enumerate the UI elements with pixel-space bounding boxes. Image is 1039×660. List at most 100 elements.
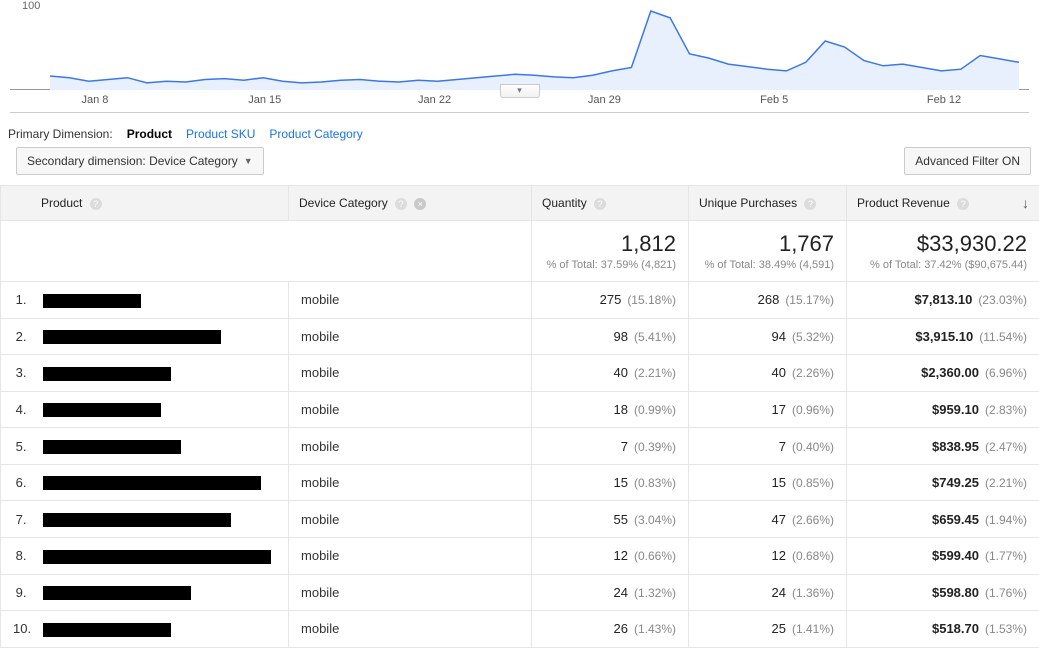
row-index: 4. xyxy=(1,391,31,428)
cell-unique: 17(0.96%) xyxy=(689,391,847,428)
col-header-revenue[interactable]: Product Revenue ? xyxy=(847,186,1039,221)
cell-product[interactable] xyxy=(31,282,289,319)
secondary-dimension-button[interactable]: Secondary dimension: Device Category ▼ xyxy=(16,147,264,175)
row-index: 6. xyxy=(1,464,31,501)
help-icon[interactable]: ? xyxy=(90,198,102,210)
cell-quantity: 18(0.99%) xyxy=(532,391,689,428)
primary-dimension-label: Primary Dimension: xyxy=(8,127,113,141)
primary-dimension-alt[interactable]: Product Category xyxy=(269,127,362,141)
summary-value: $33,930.22 xyxy=(859,231,1027,257)
col-header-quantity[interactable]: Quantity ? xyxy=(532,186,689,221)
row-index: 8. xyxy=(1,537,31,574)
primary-dimension-alt[interactable]: Product SKU xyxy=(186,127,255,141)
table-header-row: Product ? Device Category ? × Quantity ?… xyxy=(1,186,1039,221)
help-icon[interactable]: ? xyxy=(594,198,606,210)
table-row[interactable]: 4.mobile18(0.99%)17(0.96%)$959.10(2.83%) xyxy=(1,391,1039,428)
redacted-product xyxy=(43,440,181,454)
cell-unique: 94(5.32%) xyxy=(689,318,847,355)
remove-dimension-icon[interactable]: × xyxy=(414,198,426,210)
redacted-product xyxy=(43,550,271,564)
chart-y-tick: 100 xyxy=(22,0,40,12)
chart-x-tick: Feb 12 xyxy=(859,94,1029,106)
table-controls: Secondary dimension: Device Category ▼ A… xyxy=(0,147,1039,185)
table-row[interactable]: 5.mobile7(0.39%)7(0.40%)$838.95(2.47%) xyxy=(1,428,1039,465)
cell-device: mobile xyxy=(289,574,532,611)
advanced-filter-button[interactable]: Advanced Filter ON xyxy=(904,147,1031,175)
cell-unique: 15(0.85%) xyxy=(689,464,847,501)
redacted-product xyxy=(43,513,231,527)
row-index: 2. xyxy=(1,318,31,355)
cell-device: mobile xyxy=(289,611,532,648)
cell-revenue: $7,813.10(23.03%) xyxy=(847,282,1039,319)
redacted-product xyxy=(43,476,261,490)
table-row[interactable]: 6.mobile15(0.83%)15(0.85%)$749.25(2.21%) xyxy=(1,464,1039,501)
cell-device: mobile xyxy=(289,428,532,465)
primary-dimension-current[interactable]: Product xyxy=(127,127,172,141)
col-header-product[interactable]: Product ? xyxy=(1,186,289,221)
cell-device: mobile xyxy=(289,537,532,574)
cell-device: mobile xyxy=(289,501,532,538)
cell-unique: 24(1.36%) xyxy=(689,574,847,611)
cell-product[interactable] xyxy=(31,355,289,392)
cell-quantity: 26(1.43%) xyxy=(532,611,689,648)
summary-row: 1,812 % of Total: 37.59% (4,821) 1,767 %… xyxy=(1,221,1039,282)
table-row[interactable]: 2.mobile98(5.41%)94(5.32%)$3,915.10(11.5… xyxy=(1,318,1039,355)
row-index: 1. xyxy=(1,282,31,319)
table-row[interactable]: 9.mobile24(1.32%)24(1.36%)$598.80(1.76%) xyxy=(1,574,1039,611)
summary-quantity: 1,812 % of Total: 37.59% (4,821) xyxy=(532,221,689,282)
col-header-label: Product xyxy=(41,196,82,210)
chart-x-tick: Jan 22 xyxy=(350,94,520,106)
cell-unique: 7(0.40%) xyxy=(689,428,847,465)
cell-quantity: 24(1.32%) xyxy=(532,574,689,611)
advanced-filter-label: Advanced Filter ON xyxy=(915,154,1020,168)
col-header-label: Product Revenue xyxy=(857,196,950,210)
table-row[interactable]: 7.mobile55(3.04%)47(2.66%)$659.45(1.94%) xyxy=(1,501,1039,538)
row-index: 10. xyxy=(1,611,31,648)
timeseries-chart: 100 xyxy=(10,0,1029,90)
redacted-product xyxy=(43,367,171,381)
cell-unique: 25(1.41%) xyxy=(689,611,847,648)
summary-value: 1,767 xyxy=(701,231,834,257)
cell-unique: 12(0.68%) xyxy=(689,537,847,574)
col-header-label: Device Category xyxy=(299,196,388,210)
redacted-product xyxy=(43,330,221,344)
chart-x-tick: Feb 5 xyxy=(689,94,859,106)
help-icon[interactable]: ? xyxy=(395,198,407,210)
cell-product[interactable] xyxy=(31,574,289,611)
help-icon[interactable]: ? xyxy=(957,198,969,210)
secondary-dimension-label: Secondary dimension: Device Category xyxy=(27,154,238,168)
table-row[interactable]: 3.mobile40(2.21%)40(2.26%)$2,360.00(6.96… xyxy=(1,355,1039,392)
chart-segment-toggle[interactable]: ▾ xyxy=(500,84,540,98)
cell-product[interactable] xyxy=(31,537,289,574)
cell-quantity: 40(2.21%) xyxy=(532,355,689,392)
cell-revenue: $3,915.10(11.54%) xyxy=(847,318,1039,355)
table-row[interactable]: 10.mobile26(1.43%)25(1.41%)$518.70(1.53%… xyxy=(1,611,1039,648)
report-table: Product ? Device Category ? × Quantity ?… xyxy=(0,185,1039,648)
cell-quantity: 275(15.18%) xyxy=(532,282,689,319)
redacted-product xyxy=(43,586,191,600)
table-row[interactable]: 1. mobile275(15.18%)268(15.17%)$7,813.10(… xyxy=(1,282,1039,319)
chart-svg xyxy=(10,0,1029,90)
cell-product[interactable] xyxy=(31,318,289,355)
cell-product[interactable] xyxy=(31,611,289,648)
summary-unique: 1,767 % of Total: 38.49% (4,591) xyxy=(689,221,847,282)
cell-product[interactable] xyxy=(31,428,289,465)
help-icon[interactable]: ? xyxy=(804,198,816,210)
chart-x-tick: Jan 8 xyxy=(10,94,180,106)
summary-subtext: % of Total: 37.42% ($90,675.44) xyxy=(859,259,1027,271)
col-header-unique[interactable]: Unique Purchases ? xyxy=(689,186,847,221)
cell-revenue: $959.10(2.83%) xyxy=(847,391,1039,428)
redacted-product xyxy=(43,294,141,308)
table-row[interactable]: 8.mobile12(0.66%)12(0.68%)$599.40(1.77%) xyxy=(1,537,1039,574)
col-header-device[interactable]: Device Category ? × xyxy=(289,186,532,221)
row-index: 3. xyxy=(1,355,31,392)
cell-product[interactable] xyxy=(31,501,289,538)
cell-product[interactable] xyxy=(31,391,289,428)
cell-product[interactable] xyxy=(31,464,289,501)
chart-x-tick: Jan 29 xyxy=(519,94,689,106)
col-header-label: Quantity xyxy=(542,196,587,210)
summary-revenue: $33,930.22 % of Total: 37.42% ($90,675.4… xyxy=(847,221,1039,282)
summary-subtext: % of Total: 37.59% (4,821) xyxy=(544,259,676,271)
cell-device: mobile xyxy=(289,282,532,319)
cell-unique: 268(15.17%) xyxy=(689,282,847,319)
